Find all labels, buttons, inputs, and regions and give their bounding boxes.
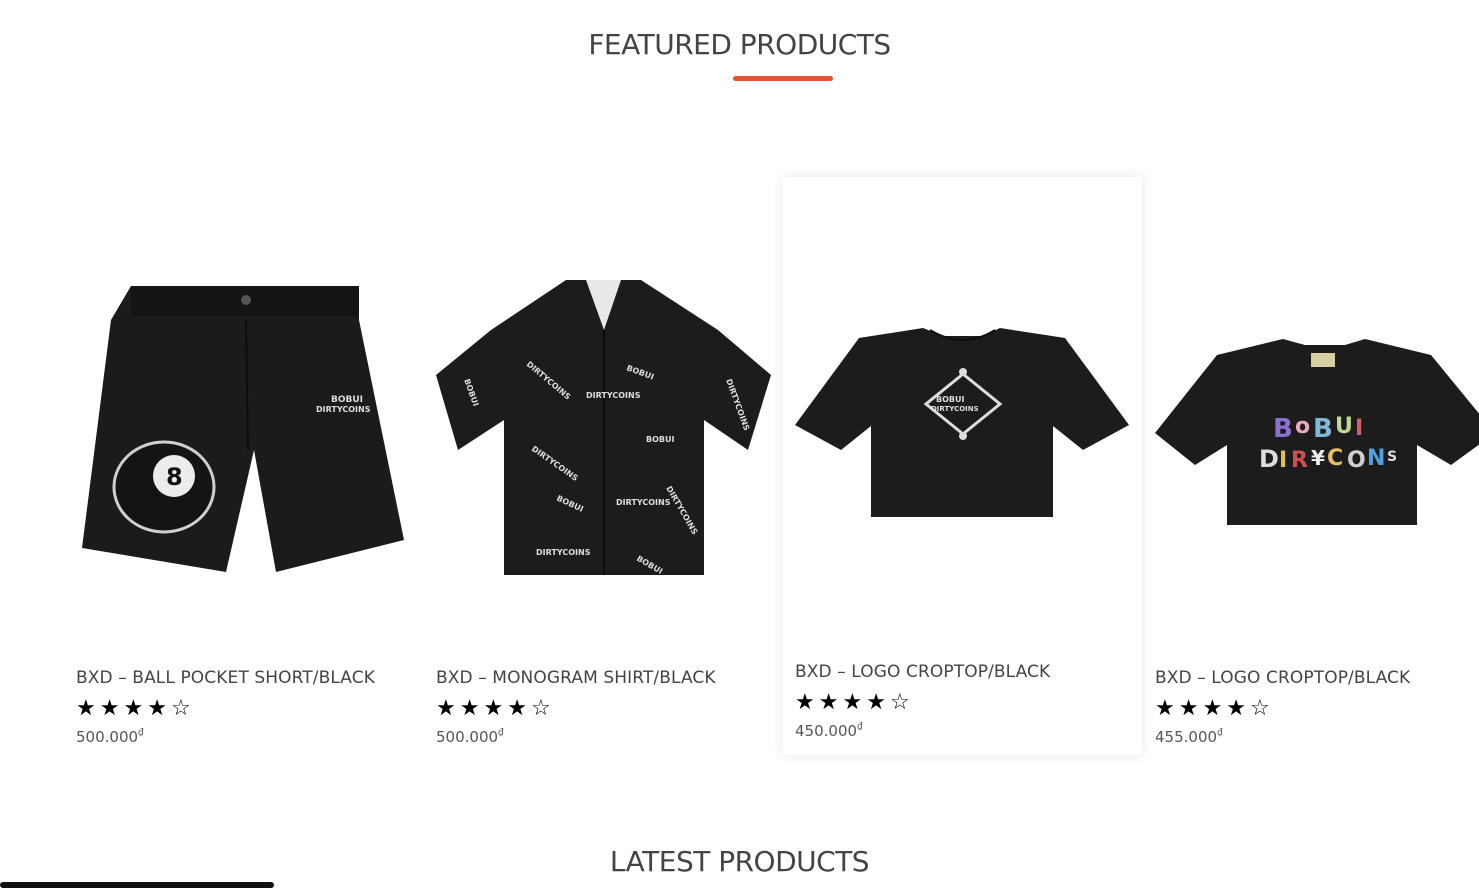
svg-text:C: C xyxy=(1327,446,1343,471)
product-card[interactable]: BOBUI DIRTYCOINS BXD – LOGO CROPTOP/BLAC… xyxy=(783,177,1142,755)
rating-stars: ★ ★ ★ ★ ☆ xyxy=(1155,698,1270,720)
star-filled-icon: ★ xyxy=(483,696,504,721)
svg-text:¥: ¥ xyxy=(1311,446,1325,470)
product-name[interactable]: BXD – MONOGRAM SHIRT/BLACK xyxy=(436,668,716,688)
bottom-scroll-indicator xyxy=(0,882,274,888)
svg-text:N: N xyxy=(1367,446,1385,471)
product-card[interactable]: DIRTYCOINS BOBUI DIRTYCOINS DIRTYCOINS B… xyxy=(436,190,786,750)
star-filled-icon: ★ xyxy=(818,690,839,715)
product-image[interactable]: DIRTYCOINS BOBUI DIRTYCOINS DIRTYCOINS B… xyxy=(436,250,786,580)
product-name[interactable]: BXD – LOGO CROPTOP/BLACK xyxy=(1155,668,1410,688)
svg-text:B: B xyxy=(1273,414,1293,444)
svg-text:U: U xyxy=(1335,414,1353,439)
rating-stars: ★ ★ ★ ★ ☆ xyxy=(795,692,910,714)
product-price: 450.000₫ xyxy=(795,722,863,740)
featured-products-title: FEATURED PRODUCTS xyxy=(588,28,891,61)
svg-text:8: 8 xyxy=(166,463,183,491)
product-name[interactable]: BXD – LOGO CROPTOP/BLACK xyxy=(795,662,1050,682)
product-price: 455.000₫ xyxy=(1155,728,1223,746)
star-filled-icon: ★ xyxy=(1178,696,1199,721)
star-empty-icon: ☆ xyxy=(1249,696,1270,721)
star-filled-icon: ★ xyxy=(842,690,863,715)
svg-text:BOBUI: BOBUI xyxy=(936,395,964,404)
svg-text:R: R xyxy=(1291,448,1308,473)
product-card[interactable]: BOBUI DIRTYCOINS 8 BXD – BALL POCKET SHO… xyxy=(76,190,426,750)
star-empty-icon: ☆ xyxy=(889,690,910,715)
star-empty-icon: ☆ xyxy=(170,696,191,721)
star-filled-icon: ★ xyxy=(123,696,144,721)
star-filled-icon: ★ xyxy=(866,690,886,715)
star-filled-icon: ★ xyxy=(1155,696,1175,721)
svg-text:DIRTYCOINS: DIRTYCOINS xyxy=(931,405,979,413)
star-filled-icon: ★ xyxy=(795,690,815,715)
product-image[interactable]: BOBUI DIRTYCOINS xyxy=(795,292,1130,532)
product-image[interactable]: B o B U I D I R ¥ C O N S xyxy=(1155,315,1479,555)
title-underline xyxy=(733,76,833,81)
svg-text:O: O xyxy=(1347,448,1366,473)
star-filled-icon: ★ xyxy=(1202,696,1223,721)
latest-products-title: LATEST PRODUCTS xyxy=(609,845,870,878)
svg-text:S: S xyxy=(1387,449,1397,465)
star-filled-icon: ★ xyxy=(436,696,456,721)
svg-text:DIRTYCOINS: DIRTYCOINS xyxy=(316,405,371,414)
star-filled-icon: ★ xyxy=(99,696,120,721)
product-card[interactable]: B o B U I D I R ¥ C O N S BXD – LOGO CRO… xyxy=(1155,190,1479,750)
product-name[interactable]: BXD – BALL POCKET SHORT/BLACK xyxy=(76,668,375,688)
star-filled-icon: ★ xyxy=(459,696,480,721)
svg-text:BOBUI: BOBUI xyxy=(331,395,363,405)
svg-text:I: I xyxy=(1279,448,1287,473)
star-filled-icon: ★ xyxy=(76,696,96,721)
product-image[interactable]: BOBUI DIRTYCOINS 8 xyxy=(76,250,426,580)
star-filled-icon: ★ xyxy=(147,696,167,721)
svg-text:B: B xyxy=(1313,414,1333,444)
rating-stars: ★ ★ ★ ★ ☆ xyxy=(436,698,551,720)
svg-text:o: o xyxy=(1295,414,1310,439)
rating-stars: ★ ★ ★ ★ ☆ xyxy=(76,698,191,720)
star-filled-icon: ★ xyxy=(1226,696,1246,721)
product-price: 500.000₫ xyxy=(436,728,504,746)
product-price: 500.000₫ xyxy=(76,728,144,746)
svg-text:DIRTYCOINS: DIRTYCOINS xyxy=(586,391,641,400)
svg-text:D: D xyxy=(1259,445,1279,473)
svg-text:BOBUI: BOBUI xyxy=(646,435,674,444)
svg-text:I: I xyxy=(1355,416,1363,441)
svg-text:DIRTYCOINS: DIRTYCOINS xyxy=(616,498,671,507)
star-filled-icon: ★ xyxy=(507,696,527,721)
star-empty-icon: ☆ xyxy=(530,696,551,721)
svg-text:DIRTYCOINS: DIRTYCOINS xyxy=(536,548,591,557)
